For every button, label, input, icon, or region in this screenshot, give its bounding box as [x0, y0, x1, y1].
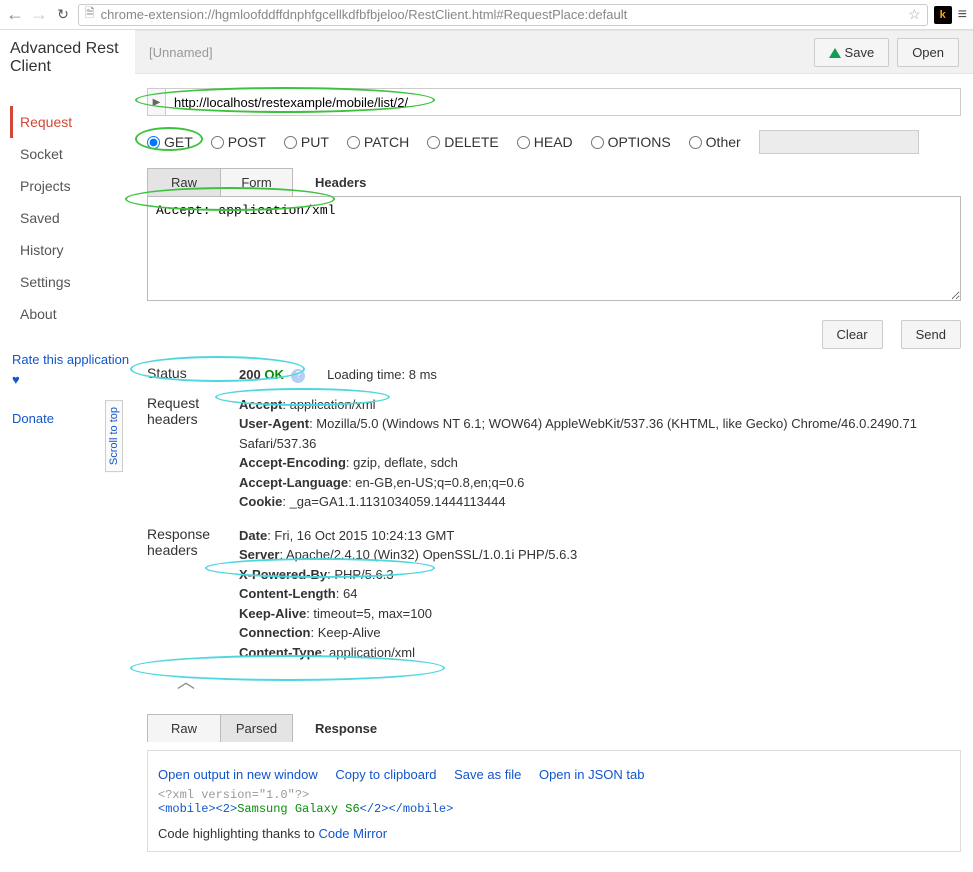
tab-form[interactable]: Form — [220, 169, 292, 196]
reload-icon[interactable]: ↻ — [54, 6, 72, 23]
method-get[interactable]: GET — [147, 134, 193, 150]
method-delete[interactable]: DELETE — [427, 134, 498, 150]
xml-declaration: <?xml version="1.0"?> — [158, 788, 309, 802]
omnibox-url: chrome-extension://hgmloofddffdnphfgcell… — [101, 7, 902, 22]
page-icon: 🗎 — [85, 4, 95, 25]
omnibox[interactable]: 🗎 chrome-extension://hgmloofddffdnphfgce… — [78, 4, 928, 26]
send-button[interactable]: Send — [901, 320, 961, 349]
headers-textarea[interactable]: Accept: application/xml — [147, 196, 961, 301]
open-button[interactable]: Open — [897, 38, 959, 67]
bookmark-star-icon[interactable]: ☆ — [908, 6, 921, 23]
extension-icon[interactable]: k — [934, 6, 952, 24]
sidebar-item-about[interactable]: About — [10, 298, 135, 330]
save-button[interactable]: Save — [814, 38, 890, 67]
method-row: GET POST PUT PATCH DELETE HEAD OPTIONS O… — [147, 130, 961, 154]
menu-icon[interactable]: ≡ — [958, 6, 967, 24]
sidebar-item-history[interactable]: History — [10, 234, 135, 266]
status-text: OK — [264, 367, 284, 382]
drive-icon — [829, 48, 841, 58]
url-input[interactable] — [165, 88, 961, 116]
browser-toolbar: ← → ↻ 🗎 chrome-extension://hgmloofddffdn… — [0, 0, 973, 30]
url-expand-icon[interactable]: ▶ — [147, 88, 165, 116]
method-head[interactable]: HEAD — [517, 134, 573, 150]
back-icon[interactable]: ← — [6, 4, 24, 25]
loading-time-value: 8 ms — [409, 367, 437, 382]
method-patch[interactable]: PATCH — [347, 134, 409, 150]
link-save-file[interactable]: Save as file — [454, 767, 521, 782]
loading-time-label: Loading time: — [327, 367, 405, 382]
link-open-output[interactable]: Open output in new window — [158, 767, 318, 782]
method-other[interactable]: Other — [689, 134, 741, 150]
response-tab-raw[interactable]: Raw — [148, 715, 220, 742]
rate-link[interactable]: Rate this application ♥ — [10, 350, 135, 389]
response-body: Open output in new window Copy to clipbo… — [147, 750, 961, 852]
request-headers-body: Accept: application/xmlUser-Agent: Mozil… — [239, 395, 961, 512]
main-panel: [Unnamed] Save Open ▶ GET POST PUT PATCH… — [135, 30, 973, 872]
request-name: [Unnamed] — [149, 45, 213, 60]
response-links: Open output in new window Copy to clipbo… — [158, 767, 950, 782]
status-label: Status — [147, 365, 239, 385]
status-code: 200 — [239, 367, 261, 382]
top-bar: [Unnamed] Save Open — [135, 30, 973, 74]
method-post[interactable]: POST — [211, 134, 266, 150]
response-tab-parsed[interactable]: Parsed — [220, 715, 292, 742]
scroll-to-top[interactable]: Scroll to top — [105, 400, 123, 472]
method-options[interactable]: OPTIONS — [591, 134, 671, 150]
forward-icon[interactable]: → — [30, 4, 48, 25]
sidebar-item-projects[interactable]: Projects — [10, 170, 135, 202]
response-label: Response — [315, 721, 377, 736]
link-open-json[interactable]: Open in JSON tab — [539, 767, 645, 782]
sidebar-item-saved[interactable]: Saved — [10, 202, 135, 234]
method-put[interactable]: PUT — [284, 134, 329, 150]
collapse-icon[interactable]: ︿ — [177, 668, 961, 694]
tab-raw[interactable]: Raw — [148, 169, 220, 196]
response-headers-body: Date: Fri, 16 Oct 2015 10:24:13 GMTServe… — [239, 526, 961, 663]
request-headers-label: Request headers — [147, 395, 239, 512]
response-headers-label: Response headers — [147, 526, 239, 663]
link-copy-clipboard[interactable]: Copy to clipboard — [335, 767, 436, 782]
method-other-input[interactable] — [759, 130, 919, 154]
help-icon[interactable]: ? — [291, 369, 305, 383]
sidebar-item-socket[interactable]: Socket — [10, 138, 135, 170]
clear-button[interactable]: Clear — [822, 320, 883, 349]
sidebar-item-request[interactable]: Request — [10, 106, 135, 138]
xml-text: Samsung Galaxy S6 — [237, 802, 359, 816]
headers-label: Headers — [315, 175, 366, 190]
sidebar-item-settings[interactable]: Settings — [10, 266, 135, 298]
app-title: Advanced Rest Client — [10, 40, 135, 106]
